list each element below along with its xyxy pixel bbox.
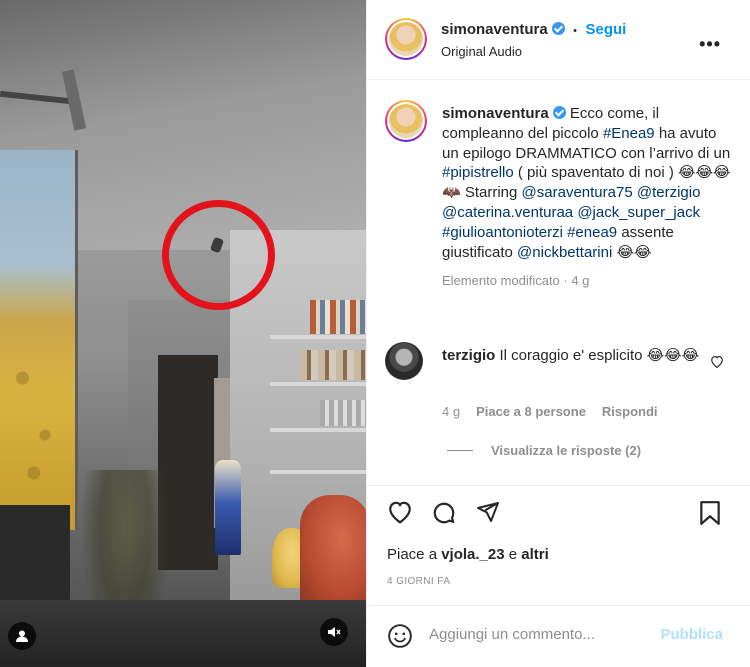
more-options-icon[interactable]: ••• [699,34,721,55]
media-books [300,350,366,380]
verified-badge-icon [552,106,566,119]
view-replies-button[interactable]: Visualizza le risposte (2) [447,443,641,458]
post-date: 4 GIORNI FA [387,576,451,587]
comment-bubble-icon[interactable] [431,500,457,531]
mention-link[interactable]: @jack_super_jack [577,204,700,221]
media-shelf [270,470,366,474]
caption-text: simonaventura Ecco come, il compleanno d… [442,104,737,291]
hashtag-link[interactable]: #Enea9 [603,125,655,142]
mention-link[interactable]: @caterina.venturaa [442,204,573,221]
likes-others-link[interactable]: altri [521,546,549,563]
post-panel: simonaventura • Segui Original Audio •••… [366,0,750,667]
avatar[interactable] [385,18,427,60]
audio-label[interactable]: Original Audio [441,44,522,59]
emoji-smiley-icon[interactable] [387,623,413,654]
likes-summary: Piace a vjola._23 e altri [387,546,549,563]
heart-icon[interactable] [387,500,413,529]
likes-prefix: Piace a [387,546,442,563]
commenter-avatar[interactable] [385,342,423,380]
comment-like-heart-icon[interactable] [710,355,724,373]
media-cutout-figure [215,460,241,555]
media-sunflower-painting [0,150,78,530]
caption-text-part: 😂😂 [612,243,652,261]
post-header: simonaventura • Segui Original Audio ••• [367,0,750,80]
media-shelf [270,335,366,339]
comment-input[interactable]: Aggiungi un commento... [429,626,595,643]
comment-username[interactable]: terzigio [442,347,495,364]
add-comment-bar: Aggiungi un commento... Pubblica [367,605,750,667]
view-replies-label: Visualizza le risposte (2) [491,443,642,458]
caption-username[interactable]: simonaventura [442,105,549,122]
header-separator: • [573,25,578,37]
media-armchair [300,495,366,605]
comment-time: 4 g [442,404,461,419]
likes-suffix: e [504,546,522,563]
mention-link[interactable]: @terzigio [637,184,701,201]
publish-button[interactable]: Pubblica [660,626,723,643]
caption-avatar[interactable] [385,100,427,142]
header-user-line: simonaventura • Segui [441,21,626,39]
reply-button[interactable]: Rispondi [602,404,658,419]
media-books [320,400,366,426]
media-shelf [270,428,366,432]
mention-link[interactable]: @saraventura75 [522,184,633,201]
verified-badge-icon [551,22,565,35]
hashtag-link[interactable]: #enea9 [567,224,617,241]
post-media[interactable] [0,0,366,667]
media-books [310,300,366,334]
user-silhouette-icon[interactable] [8,622,36,650]
highlight-circle [162,200,275,310]
media-floor [0,600,366,667]
comment-text: terzigio Il coraggio e' esplicito 😂😂😂 [442,345,717,366]
speaker-muted-icon[interactable] [320,618,348,646]
likes-user-link[interactable]: vjola._23 [441,546,504,563]
header-username[interactable]: simonaventura [441,21,548,38]
comment-likes[interactable]: Piace a 8 persone [476,404,586,419]
bookmark-icon[interactable] [699,500,721,531]
media-shelf [270,382,366,386]
hashtag-link[interactable]: #pipistrello [442,164,514,181]
action-bar: Piace a vjola._23 e altri 4 GIORNI FA [367,485,750,605]
comment-meta: 4 g Piace a 8 persone Rispondi [442,404,658,419]
mention-link[interactable]: @nickbettarini [517,244,612,261]
replies-divider [447,450,473,451]
paper-plane-icon[interactable] [475,500,501,529]
caption-meta: Elemento modificato · 4 g [442,273,590,289]
hashtag-link[interactable]: #giulioantonioterzi [442,224,563,241]
comment-body: Il coraggio e' esplicito 😂😂😂 [499,347,700,364]
follow-button[interactable]: Segui [585,21,626,38]
